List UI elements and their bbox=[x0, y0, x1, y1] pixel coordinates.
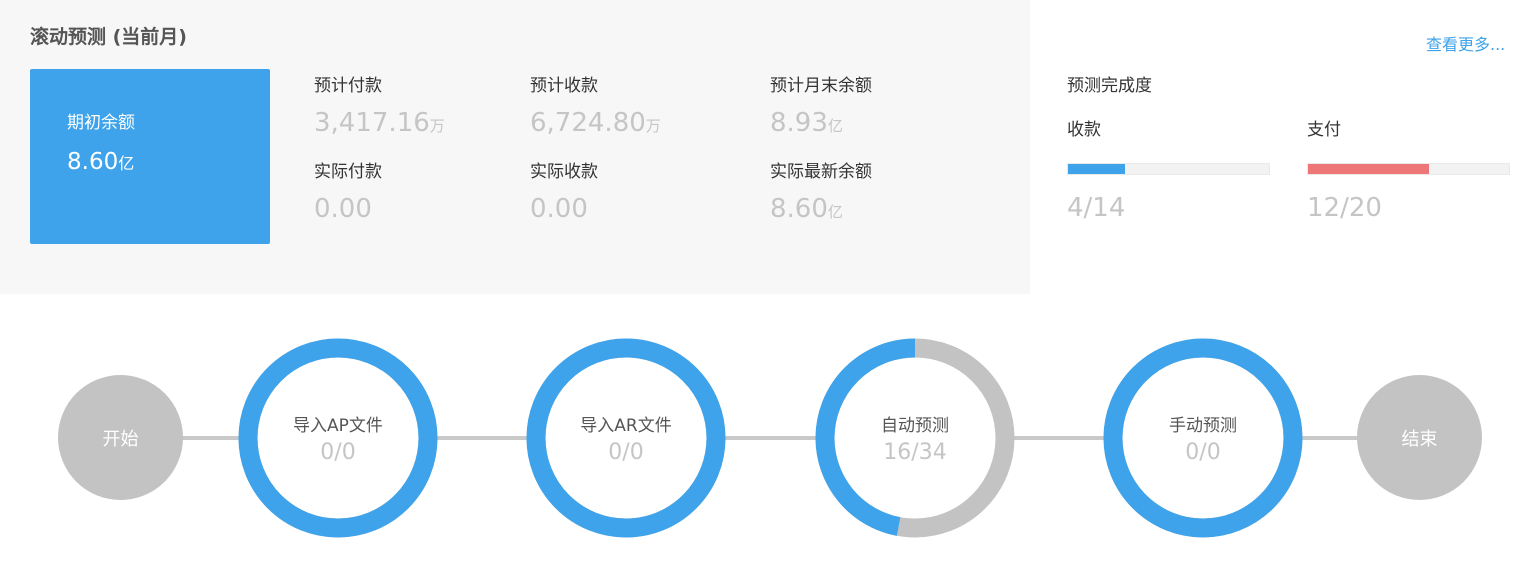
forecast-flow: 开始 导入AP文件 0/0 导入AR文件 0/0 自动预测 16/34 手动预测… bbox=[0, 294, 1526, 581]
metric-value: 0.00 bbox=[530, 194, 588, 224]
metric-label: 实际最新余额 bbox=[770, 162, 872, 182]
flow-step-manual-forecast[interactable]: 手动预测 0/0 bbox=[1103, 338, 1303, 538]
flow-step-import-ap[interactable]: 导入AP文件 0/0 bbox=[238, 338, 438, 538]
payment-progress-label: 支付 bbox=[1307, 120, 1341, 140]
view-more-link[interactable]: 查看更多... bbox=[1426, 31, 1505, 55]
metric-value: 0.00 bbox=[314, 194, 372, 224]
opening-balance-card: 期初余额 8.60亿 bbox=[30, 69, 270, 244]
flow-step-import-ar[interactable]: 导入AR文件 0/0 bbox=[526, 338, 726, 538]
receipt-progress-bar bbox=[1067, 163, 1270, 175]
step-count: 0/0 bbox=[1185, 440, 1221, 465]
opening-balance-label: 期初余额 bbox=[67, 113, 135, 133]
flow-step-auto-forecast[interactable]: 自动预测 16/34 bbox=[815, 338, 1015, 538]
metric-value: 8.60亿 bbox=[770, 194, 843, 224]
metric-value: 8.93亿 bbox=[770, 108, 843, 138]
completion-title: 预测完成度 bbox=[1067, 76, 1152, 96]
step-count: 16/34 bbox=[883, 440, 947, 465]
step-count: 0/0 bbox=[320, 440, 356, 465]
metric-label: 预计收款 bbox=[530, 76, 598, 96]
step-count: 0/0 bbox=[608, 440, 644, 465]
metric-value: 3,417.16万 bbox=[314, 108, 445, 138]
flow-start-node: 开始 bbox=[58, 375, 183, 500]
progress-fill bbox=[1068, 164, 1126, 174]
step-label: 导入AP文件 bbox=[293, 416, 383, 436]
metric-actual-payment: 实际付款 0.00 bbox=[314, 157, 382, 224]
opening-balance-value: 8.60亿 bbox=[67, 149, 135, 175]
progress-fill bbox=[1308, 164, 1429, 174]
step-label: 手动预测 bbox=[1169, 416, 1237, 436]
receipt-progress-count: 4/14 bbox=[1067, 193, 1126, 223]
rolling-forecast-panel: 滚动预测 (当前月) 期初余额 8.60亿 预计付款 3,417.16万 预计收… bbox=[0, 0, 1030, 294]
payment-progress-bar bbox=[1307, 163, 1510, 175]
payment-progress-count: 12/20 bbox=[1307, 193, 1382, 223]
metric-expected-receipt: 预计收款 6,724.80万 bbox=[530, 71, 661, 138]
metric-expected-month-end-balance: 预计月末余额 8.93亿 bbox=[770, 71, 872, 138]
metric-value: 6,724.80万 bbox=[530, 108, 661, 138]
metric-label: 实际付款 bbox=[314, 162, 382, 182]
metric-label: 预计付款 bbox=[314, 76, 382, 96]
step-label: 自动预测 bbox=[881, 416, 949, 436]
metric-actual-latest-balance: 实际最新余额 8.60亿 bbox=[770, 157, 872, 224]
panel-title: 滚动预测 (当前月) bbox=[30, 26, 187, 48]
opening-balance-unit: 亿 bbox=[118, 154, 135, 173]
metric-label: 预计月末余额 bbox=[770, 76, 872, 96]
metric-label: 实际收款 bbox=[530, 162, 598, 182]
receipt-progress-label: 收款 bbox=[1067, 120, 1101, 140]
metric-actual-receipt: 实际收款 0.00 bbox=[530, 157, 598, 224]
metric-expected-payment: 预计付款 3,417.16万 bbox=[314, 71, 445, 138]
step-label: 导入AR文件 bbox=[580, 416, 672, 436]
flow-end-node: 结束 bbox=[1357, 375, 1482, 500]
